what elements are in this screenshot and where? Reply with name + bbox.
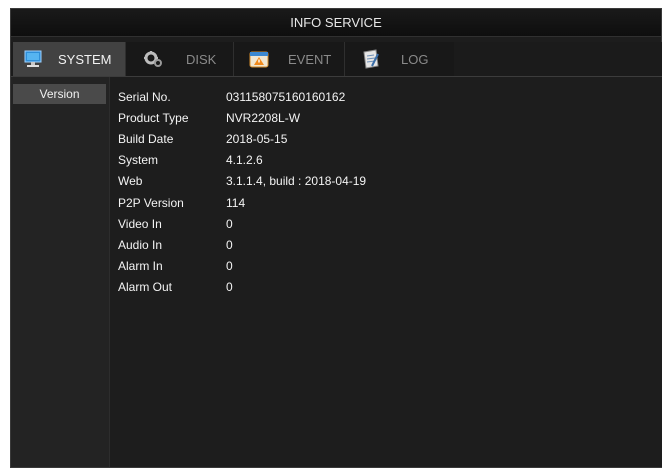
tab-log-label: LOG [401, 51, 429, 67]
info-key: System [118, 153, 159, 167]
info-key: Serial No. [118, 90, 171, 104]
info-service-window: INFO SERVICE SYSTEM DISK EVENT LOG Versi… [10, 8, 662, 468]
info-value: 031158075160160162 [226, 90, 346, 104]
info-key: P2P Version [118, 196, 184, 210]
tab-log[interactable]: LOG [344, 42, 454, 76]
info-value: NVR2208L-W [226, 111, 301, 125]
info-key: Alarm Out [118, 280, 173, 294]
info-value: 0 [226, 238, 233, 252]
info-value: 4.1.2.6 [226, 153, 263, 167]
sidebar-item-version[interactable]: Version [13, 84, 106, 104]
info-key: Video In [118, 217, 162, 231]
tab-event[interactable]: EVENT [233, 42, 344, 76]
info-key: Product Type [118, 111, 189, 125]
tab-bar: SYSTEM DISK EVENT LOG [11, 42, 662, 77]
info-key: Build Date [118, 132, 174, 146]
info-value: 3.1.1.4, build : 2018-04-19 [226, 174, 367, 188]
info-key: Web [118, 174, 143, 188]
info-key: Alarm In [118, 259, 163, 273]
tab-system[interactable]: SYSTEM [13, 42, 125, 76]
tab-event-label: EVENT [288, 51, 332, 67]
tab-system-label: SYSTEM [58, 51, 112, 67]
info-value: 114 [226, 196, 246, 210]
monitor-icon [22, 48, 44, 70]
window-title: INFO SERVICE [11, 9, 661, 37]
info-value: 0 [226, 280, 233, 294]
info-value: 0 [226, 217, 233, 231]
gear-icon [142, 48, 164, 70]
warning-icon [248, 48, 270, 70]
tab-disk-label: DISK [186, 51, 217, 67]
version-info-panel: Serial No. 031158075160160162 Product Ty… [110, 77, 662, 467]
document-icon [359, 48, 381, 70]
info-key: Audio In [118, 238, 163, 252]
tab-disk[interactable]: DISK [125, 42, 233, 76]
info-value: 0 [226, 259, 233, 273]
sidebar: Version [11, 77, 110, 467]
info-value: 2018-05-15 [226, 132, 288, 146]
